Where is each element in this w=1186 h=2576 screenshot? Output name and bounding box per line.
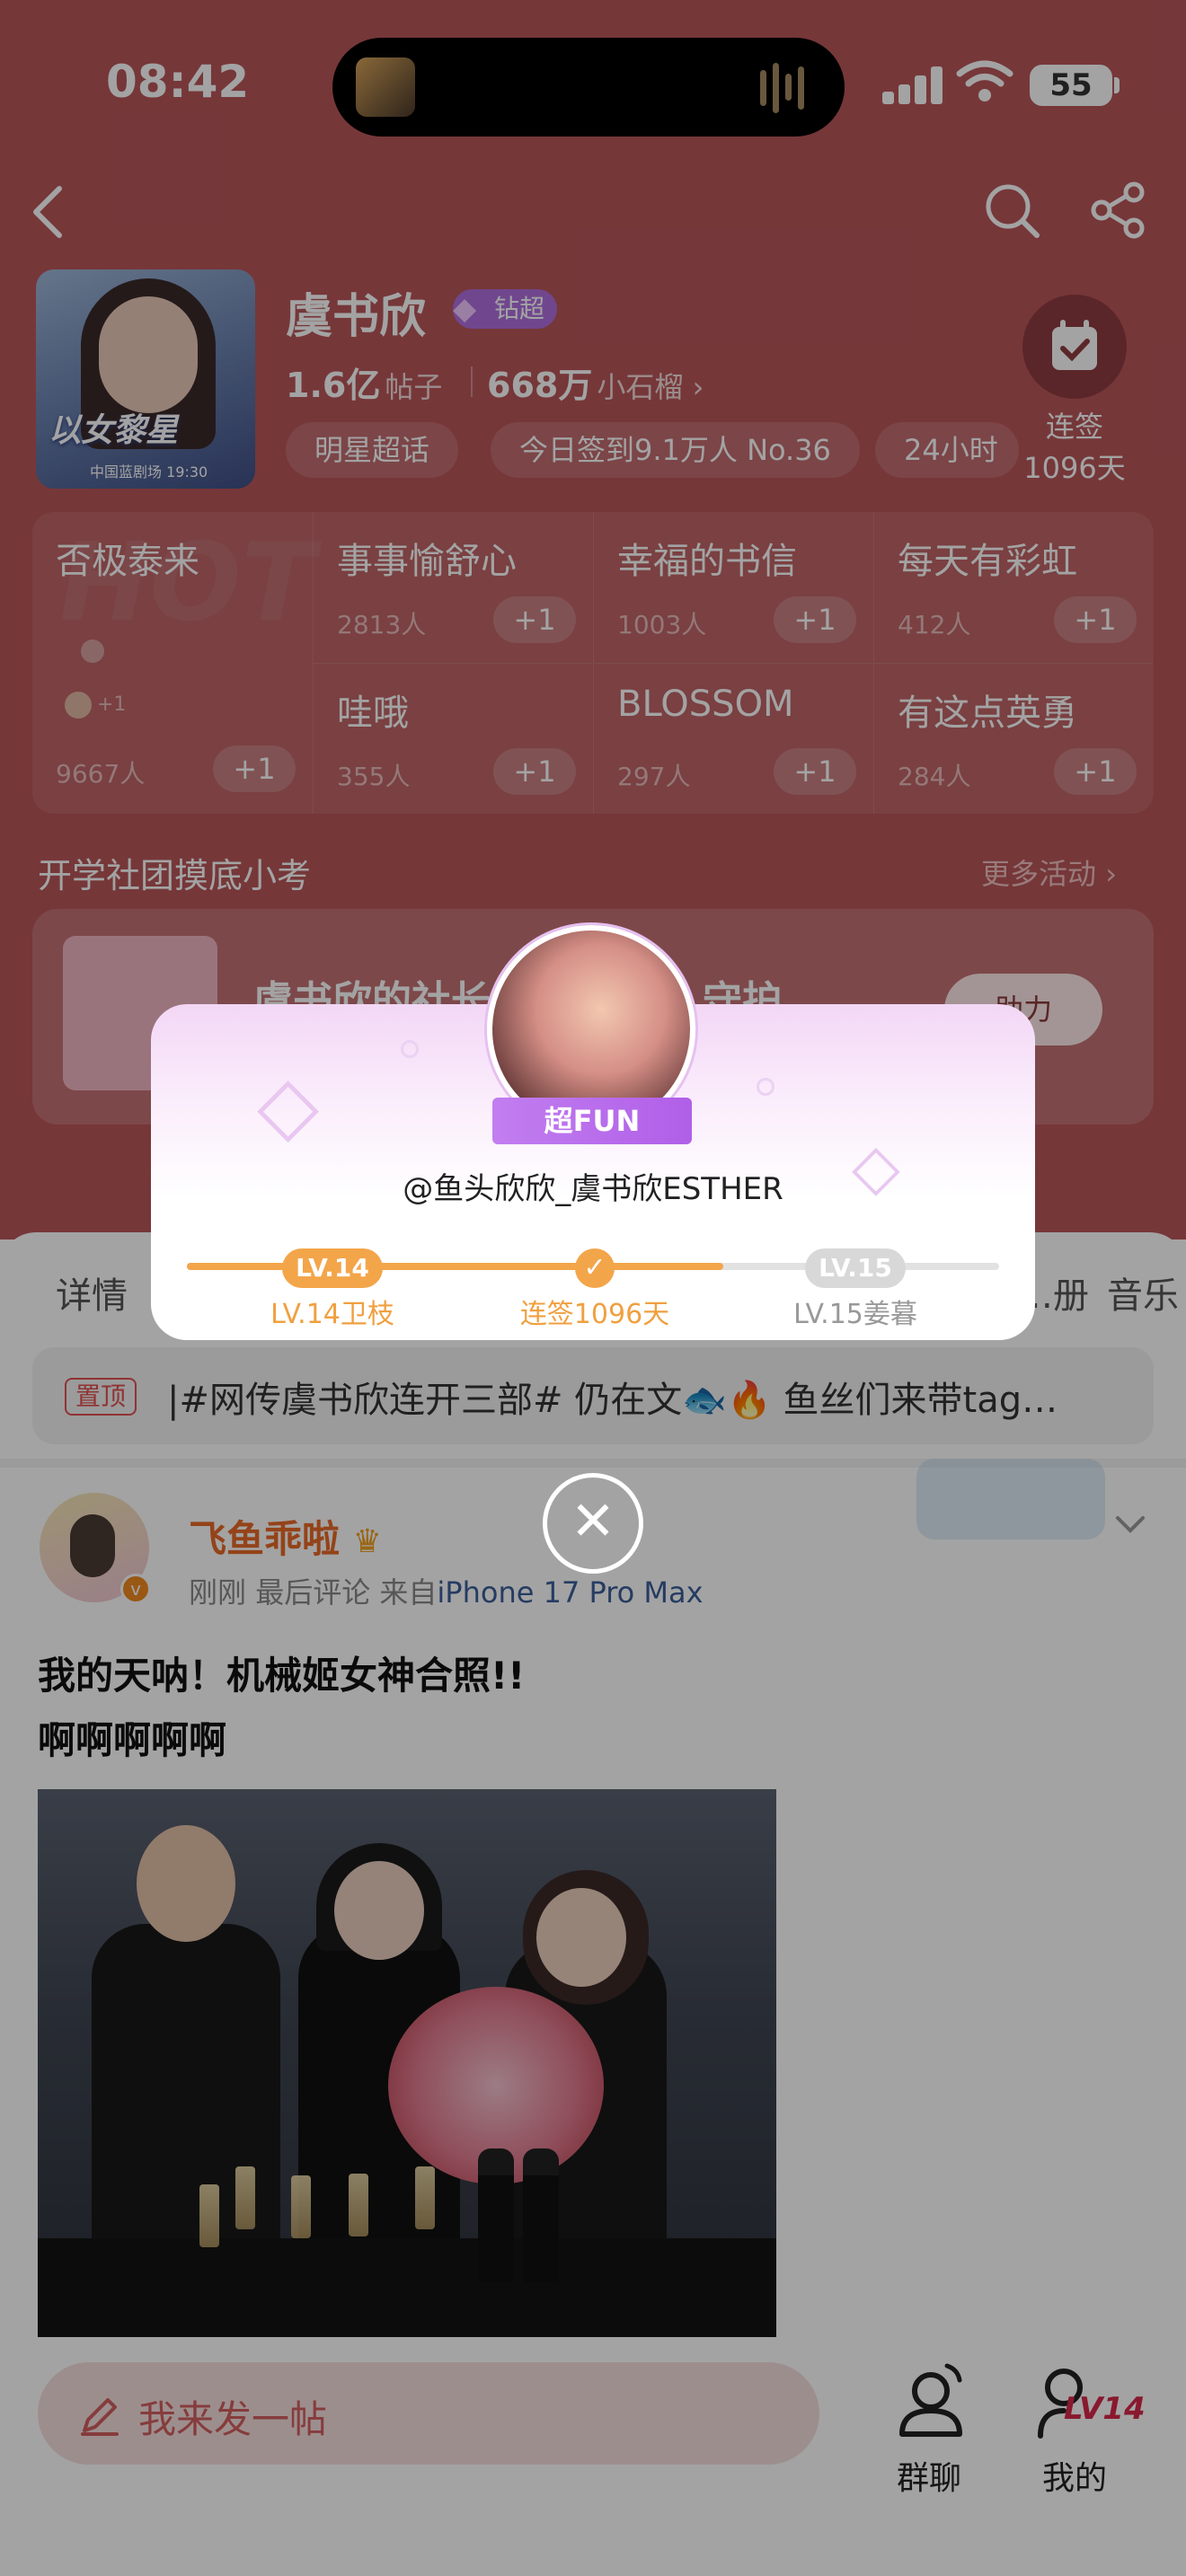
- next-level-caption: LV.15姜暮: [793, 1299, 917, 1330]
- diamond-decoration-icon: ◇: [257, 1058, 320, 1152]
- bubble-decoration: [401, 1040, 419, 1058]
- next-level-pill: LV.15: [805, 1248, 906, 1288]
- current-level-caption: LV.14卫枝: [270, 1299, 394, 1330]
- checkin-check-icon: ✓: [575, 1248, 615, 1288]
- close-icon[interactable]: ✕: [543, 1473, 643, 1574]
- level-progress-fill: [187, 1263, 723, 1270]
- current-level-pill: LV.14: [282, 1248, 383, 1288]
- fan-handle: @鱼头欣欣_虞书欣ESTHER: [403, 1171, 783, 1207]
- level-modal: ◇ ◇ 超FUN @鱼头欣欣_虞书欣ESTHER LV.14 ✓ LV.15 L…: [151, 925, 1035, 1340]
- bubble-decoration: [757, 1078, 774, 1096]
- super-fun-ribbon: 超FUN: [492, 1098, 692, 1144]
- streak-caption: 连签1096天: [519, 1299, 670, 1330]
